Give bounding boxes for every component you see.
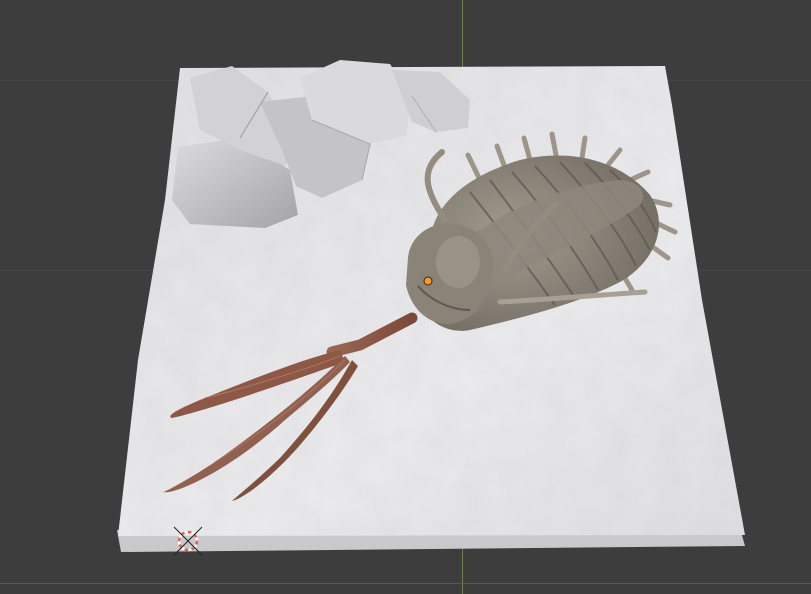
origin-point xyxy=(423,276,433,286)
x-axis-line xyxy=(0,583,811,584)
3d-cursor[interactable] xyxy=(173,526,203,556)
3d-viewport[interactable] xyxy=(0,0,811,594)
scene-render[interactable] xyxy=(0,0,811,594)
